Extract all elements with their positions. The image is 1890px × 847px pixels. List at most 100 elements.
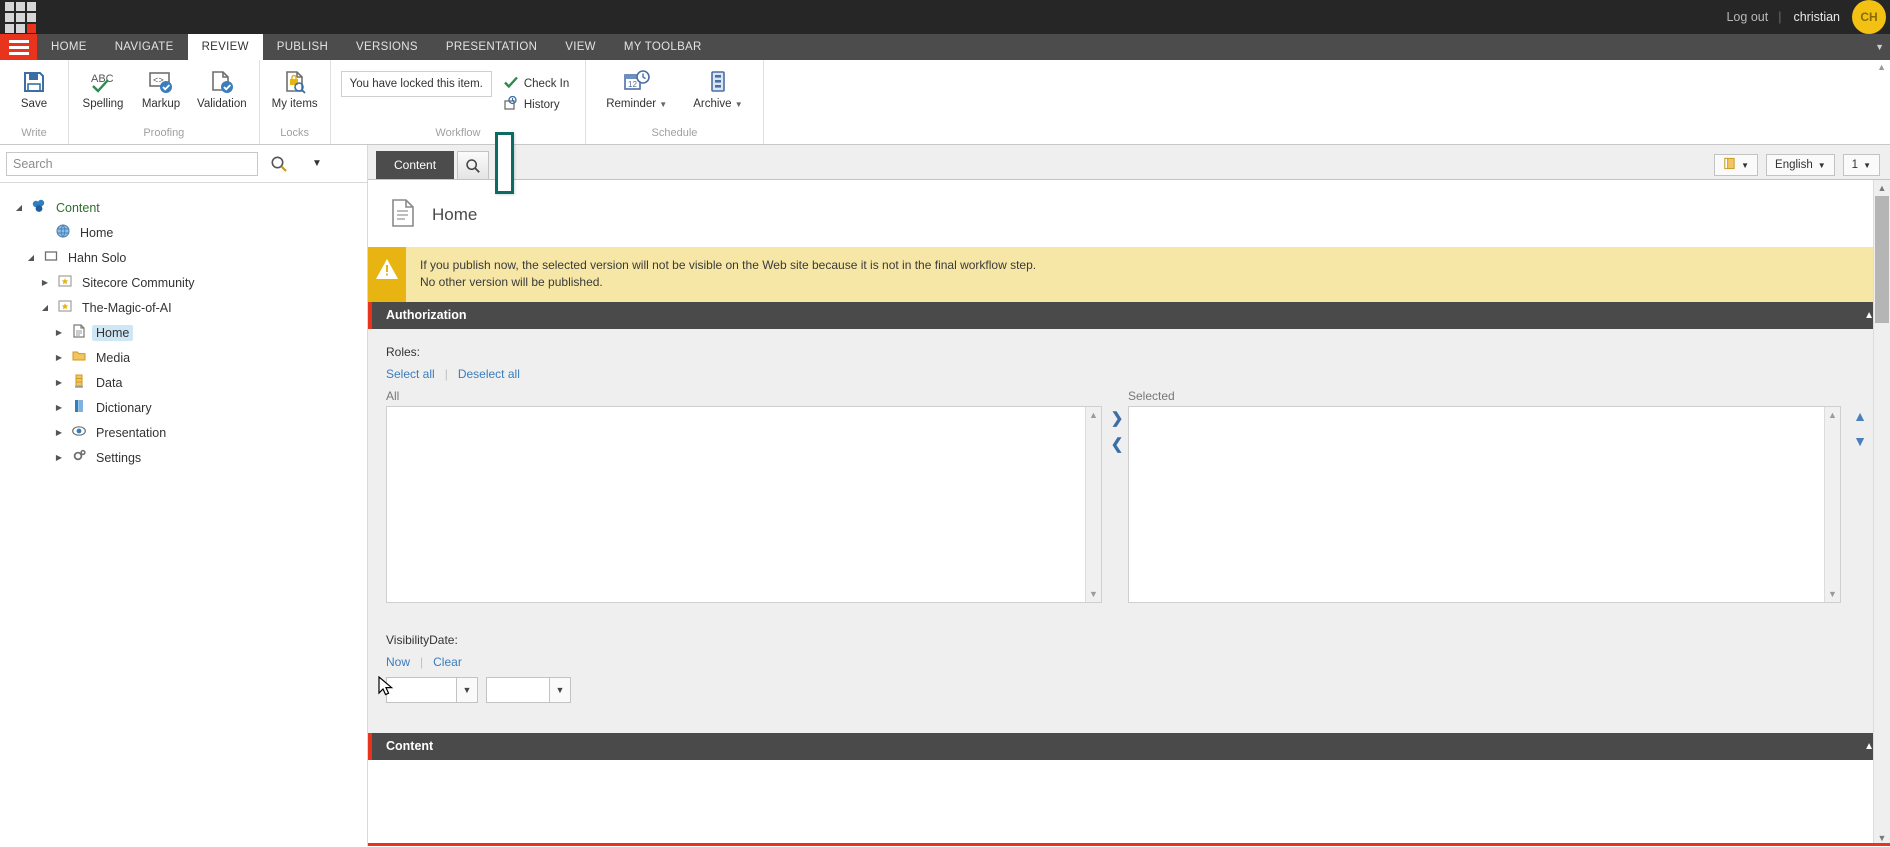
tree-item-the-magic-of-ai[interactable]: ◢ The-Magic-of-AI [6, 295, 367, 320]
scroll-up-arrow[interactable]: ▲ [1828, 410, 1837, 420]
all-roles-items[interactable] [387, 407, 1085, 602]
twisty-closed-icon[interactable]: ▶ [52, 428, 66, 437]
editor-toolbar-right: ▼ English ▼ 1 ▼ [1714, 154, 1880, 176]
tree-item-home[interactable]: ▶ Home [6, 320, 367, 345]
tree-item-media[interactable]: ▶ Media [6, 345, 367, 370]
workflow-actions: Check In History [494, 67, 575, 113]
all-roles-scrollbar[interactable]: ▲ ▼ [1085, 407, 1101, 602]
chevron-right-icon[interactable]: ❯ [1111, 411, 1124, 426]
notes-selector-button[interactable]: ▼ [1714, 154, 1758, 176]
sitecore-logo[interactable] [5, 2, 36, 33]
time-dropdown-caret-down-icon[interactable]: ▼ [549, 677, 571, 703]
logout-link[interactable]: Log out [1716, 10, 1778, 24]
avatar[interactable]: CH [1852, 0, 1886, 34]
all-roles-column: All ▲ ▼ [386, 389, 1102, 603]
ribbon-tab-publish[interactable]: PUBLISH [263, 34, 342, 60]
tree-item-data[interactable]: ▶ Data [6, 370, 367, 395]
tree-item-hahn-solo[interactable]: ◢ Hahn Solo [6, 245, 367, 270]
ribbon-tab-my-toolbar[interactable]: MY TOOLBAR [610, 34, 716, 60]
save-button[interactable]: Save [6, 67, 62, 112]
section-header-authorization[interactable]: Authorization ▲ [368, 302, 1890, 329]
chevron-down-icon[interactable]: ▼ [735, 100, 743, 109]
roles-move-buttons: ❯ ❮ [1102, 389, 1128, 452]
clear-link[interactable]: Clear [433, 655, 462, 669]
tab-search-icon[interactable] [457, 151, 489, 179]
ribbon-tab-view[interactable]: VIEW [551, 34, 610, 60]
scrollbar-track[interactable] [1874, 196, 1890, 830]
twisty-closed-icon[interactable]: ▶ [38, 278, 52, 287]
deselect-all-link[interactable]: Deselect all [458, 367, 520, 381]
my-items-button[interactable]: My items [266, 67, 324, 112]
scrollbar-thumb[interactable] [1875, 196, 1889, 323]
chevron-left-icon[interactable]: ❮ [1111, 437, 1124, 452]
history-clock-icon [504, 96, 518, 113]
twisty-closed-icon[interactable]: ▶ [52, 403, 66, 412]
ribbon-tab-home[interactable]: HOME [37, 34, 101, 60]
ribbon-tab-presentation[interactable]: PRESENTATION [432, 34, 551, 60]
document-icon [71, 323, 87, 342]
chevron-down-icon[interactable]: ▼ [1875, 42, 1884, 52]
tree-item-settings[interactable]: ▶ Settings [6, 445, 367, 470]
time-input[interactable] [486, 677, 549, 703]
selected-roles-scrollbar[interactable]: ▲ ▼ [1824, 407, 1840, 602]
section-header-content[interactable]: Content ▲ [368, 733, 1890, 760]
scroll-down-arrow[interactable]: ▼ [1828, 589, 1837, 599]
magnifier-icon[interactable] [258, 155, 300, 173]
select-all-link[interactable]: Select all [386, 367, 435, 381]
content-tree-panel: ▼ ◢ Content [0, 145, 368, 846]
scroll-up-arrow[interactable]: ▲ [1878, 180, 1887, 196]
search-options-chevron-down-icon[interactable]: ▼ [300, 158, 334, 169]
chevron-up-icon[interactable]: ▲ [1853, 409, 1867, 423]
twisty-open-icon[interactable]: ◢ [24, 253, 38, 262]
selected-roles-items[interactable] [1129, 407, 1824, 602]
publish-warning-notice: If you publish now, the selected version… [368, 247, 1890, 302]
ribbon-collapse-icon[interactable]: ▲ [1877, 62, 1886, 72]
spelling-button[interactable]: ABC Spelling [75, 67, 131, 112]
archive-button[interactable]: Archive ▼ [687, 67, 748, 112]
search-input[interactable] [6, 152, 258, 176]
twisty-closed-icon[interactable]: ▶ [52, 353, 66, 362]
all-roles-listbox[interactable]: ▲ ▼ [386, 406, 1102, 603]
twisty-open-icon[interactable]: ◢ [38, 303, 52, 312]
validation-button[interactable]: Validation [191, 67, 253, 112]
now-link[interactable]: Now [386, 655, 410, 669]
hamburger-menu-icon[interactable] [0, 34, 37, 60]
page-scrollbar[interactable]: ▲ ▼ [1873, 180, 1890, 846]
ribbon-tab-navigate[interactable]: NAVIGATE [101, 34, 188, 60]
selected-roles-listbox[interactable]: ▲ ▼ [1128, 406, 1841, 603]
scroll-down-arrow[interactable]: ▼ [1089, 589, 1098, 599]
username-label[interactable]: christian [1781, 10, 1852, 24]
tree-item-label: Settings [92, 450, 145, 466]
settings-gear-icon [71, 448, 87, 467]
tab-content[interactable]: Content [376, 151, 454, 179]
date-input[interactable] [386, 677, 456, 703]
date-dropdown-caret-down-icon[interactable]: ▼ [456, 677, 478, 703]
twisty-open-icon[interactable]: ◢ [12, 203, 26, 212]
scroll-up-arrow[interactable]: ▲ [1089, 410, 1098, 420]
version-selector-button[interactable]: 1 ▼ [1843, 154, 1880, 176]
language-label: English [1775, 159, 1813, 171]
twisty-closed-icon[interactable]: ▶ [52, 378, 66, 387]
link-separator: | [445, 367, 448, 381]
chevron-down-icon[interactable]: ▼ [1853, 434, 1867, 448]
markup-code-icon: <> [147, 69, 175, 95]
history-button[interactable]: History [504, 96, 569, 113]
twisty-closed-icon[interactable]: ▶ [52, 328, 66, 337]
ribbon-tab-review[interactable]: REVIEW [188, 34, 263, 60]
tree-item-presentation[interactable]: ▶ Presentation [6, 420, 367, 445]
tree-item-dictionary[interactable]: ▶ Dictionary [6, 395, 367, 420]
reminder-button[interactable]: 12 Reminder ▼ [600, 67, 673, 112]
tree-item-sitecore-community[interactable]: ▶ Sitecore Community [6, 270, 367, 295]
markup-button[interactable]: <> Markup [133, 67, 189, 112]
twisty-closed-icon[interactable]: ▶ [52, 453, 66, 462]
my-items-lock-icon [282, 69, 308, 95]
tree-item-content[interactable]: ◢ Content [6, 195, 367, 220]
chevron-down-icon[interactable]: ▼ [659, 100, 667, 109]
language-selector-button[interactable]: English ▼ [1766, 154, 1835, 176]
check-in-button[interactable]: Check In [504, 75, 569, 92]
ribbon-tab-versions[interactable]: VERSIONS [342, 34, 432, 60]
tree-item-label: Dictionary [92, 400, 156, 416]
tree-item-home-global[interactable]: Home [6, 220, 367, 245]
spellcheck-icon: ABC [89, 69, 117, 95]
selected-caption: Selected [1128, 389, 1841, 406]
